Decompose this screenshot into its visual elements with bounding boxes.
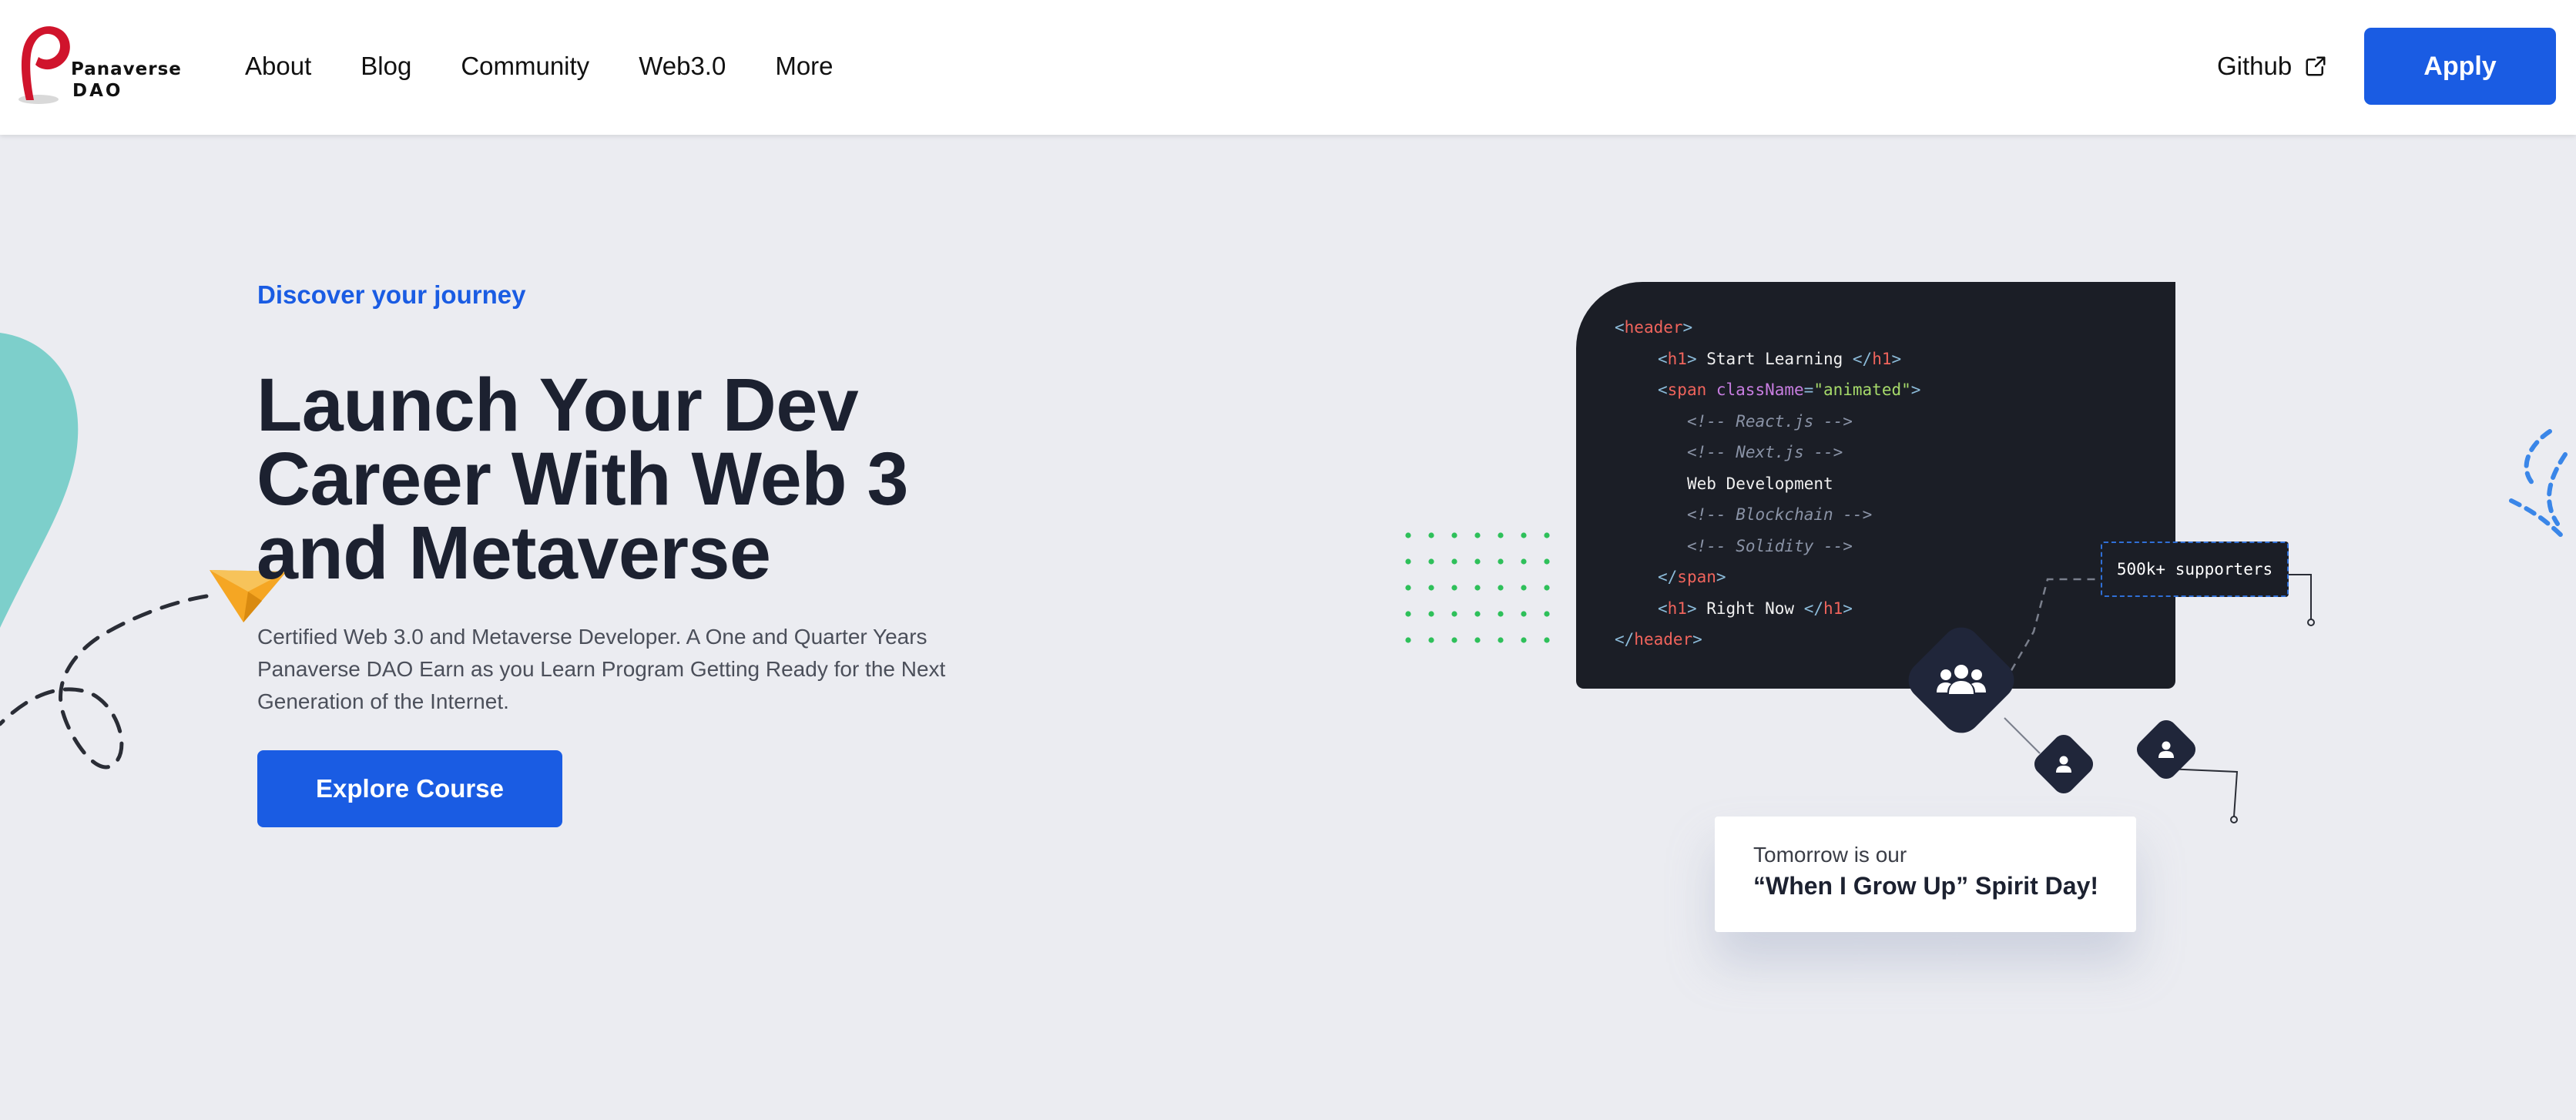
logo-mark-icon bbox=[18, 26, 70, 104]
code-token: className bbox=[1706, 381, 1804, 399]
hero-right-decoration bbox=[2509, 429, 2568, 542]
logo-name-line2: DAO bbox=[72, 81, 123, 101]
code-token: > bbox=[1716, 568, 1726, 586]
code-token: <!-- Blockchain --> bbox=[1687, 505, 1873, 524]
external-link-icon bbox=[2306, 56, 2326, 76]
code-token: < bbox=[1615, 318, 1625, 337]
code-line: <span className="animated"> bbox=[1615, 374, 1920, 406]
spirit-day-card: Tomorrow is our “When I Grow Up” Spirit … bbox=[1715, 817, 2136, 932]
code-token: "animated" bbox=[1813, 381, 1911, 399]
code-line: <!-- React.js --> bbox=[1615, 406, 1920, 438]
hero-title: Launch Your Dev Career With Web 3 and Me… bbox=[257, 363, 950, 595]
hero-eyebrow: Discover your journey bbox=[257, 280, 526, 309]
nav-item-blog[interactable]: Blog bbox=[361, 46, 411, 86]
code-token: > bbox=[1910, 381, 1921, 399]
code-token: h1 bbox=[1667, 599, 1687, 618]
code-token: < bbox=[1658, 599, 1668, 618]
logo-wordmark: Panaverse DAO bbox=[71, 59, 182, 102]
code-line: <h1> Start Learning </h1> bbox=[1615, 344, 1920, 375]
code-token: span bbox=[1677, 568, 1716, 586]
code-token: Right Now bbox=[1706, 599, 1804, 618]
user-icon bbox=[2040, 740, 2088, 788]
nav-item-web3[interactable]: Web3.0 bbox=[639, 46, 726, 86]
code-token: Web Development bbox=[1687, 474, 1833, 493]
code-line: <!-- Blockchain --> bbox=[1615, 499, 1920, 531]
code-token: </ bbox=[1615, 630, 1635, 649]
nav-item-more[interactable]: More bbox=[775, 46, 833, 86]
code-token: </ bbox=[1852, 349, 1873, 368]
nav-item-about[interactable]: About bbox=[245, 46, 311, 86]
site-header: Panaverse DAO About Blog Community Web3.… bbox=[0, 0, 2576, 135]
user-icon bbox=[2142, 726, 2190, 773]
dot-grid-decoration bbox=[1405, 532, 1550, 643]
apply-button[interactable]: Apply bbox=[2364, 28, 2556, 105]
code-line: <header> bbox=[1615, 312, 1920, 344]
logo-name-line1: Panaverse bbox=[71, 59, 182, 79]
nav-item-community[interactable]: Community bbox=[461, 46, 589, 86]
code-token: header bbox=[1634, 630, 1693, 649]
code-token: < bbox=[1658, 349, 1668, 368]
code-token: </ bbox=[1803, 599, 1823, 618]
code-line: <!-- Next.js --> bbox=[1615, 437, 1920, 468]
code-token: span bbox=[1667, 381, 1707, 399]
teal-blob-shape bbox=[0, 333, 79, 628]
spirit-day-title: “When I Grow Up” Spirit Day! bbox=[1753, 872, 2099, 900]
panaverse-logo[interactable]: Panaverse DAO bbox=[15, 20, 181, 112]
code-token: h1 bbox=[1823, 599, 1843, 618]
code-token: < bbox=[1658, 381, 1668, 399]
code-token: > bbox=[1891, 349, 1902, 368]
code-token: Start Learning bbox=[1706, 349, 1853, 368]
explore-course-button[interactable]: Explore Course bbox=[257, 750, 562, 827]
code-token: > bbox=[1692, 630, 1702, 649]
github-label: Github bbox=[2217, 52, 2293, 80]
code-token: h1 bbox=[1667, 349, 1687, 368]
code-token: </ bbox=[1658, 568, 1678, 586]
hero-title-line: Career With Web 3 bbox=[257, 437, 908, 521]
group-icon bbox=[1918, 637, 2004, 723]
main-nav: About Blog Community Web3.0 More bbox=[245, 46, 883, 86]
code-token: header bbox=[1624, 318, 1683, 337]
code-line: Web Development bbox=[1615, 468, 1920, 500]
github-link[interactable]: Github bbox=[2217, 46, 2327, 86]
supporters-badge: 500k+ supporters bbox=[2101, 542, 2289, 597]
code-token: > bbox=[1686, 349, 1707, 368]
hero-title-line: Launch Your Dev bbox=[257, 363, 859, 447]
code-token: > bbox=[1686, 599, 1707, 618]
code-token: = bbox=[1803, 381, 1814, 399]
code-token: <!-- Solidity --> bbox=[1687, 536, 1853, 555]
dashed-flight-path bbox=[0, 594, 209, 770]
spirit-day-intro: Tomorrow is our bbox=[1753, 843, 1907, 867]
code-token: h1 bbox=[1872, 349, 1892, 368]
code-token: <!-- React.js --> bbox=[1687, 411, 1853, 431]
code-token: > bbox=[1682, 318, 1693, 337]
code-token: <!-- Next.js --> bbox=[1687, 443, 1843, 461]
hero-description: Certified Web 3.0 and Metaverse Develope… bbox=[257, 625, 946, 713]
hero-title-line: and Metaverse bbox=[257, 511, 771, 595]
